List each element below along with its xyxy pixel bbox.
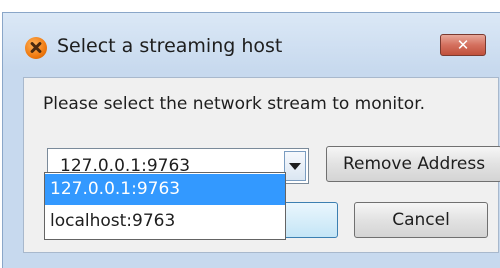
cancel-button[interactable]: Cancel — [354, 202, 488, 238]
app-logo-icon — [25, 37, 47, 59]
window-title: Select a streaming host — [57, 35, 283, 57]
prompt-label: Please select the network stream to moni… — [43, 94, 426, 114]
remove-address-button[interactable]: Remove Address — [326, 146, 500, 182]
combobox-dropdown-list: 127.0.0.1:9763 localhost:9763 — [44, 172, 286, 240]
dropdown-option-localhost[interactable]: localhost:9763 — [45, 206, 285, 237]
title-bar[interactable]: Select a streaming host ✕ — [3, 13, 500, 71]
close-button[interactable]: ✕ — [440, 34, 486, 56]
chevron-down-icon[interactable] — [284, 151, 306, 181]
dropdown-option-127-0-0-1[interactable]: 127.0.0.1:9763 — [45, 174, 285, 205]
close-icon: ✕ — [456, 36, 470, 54]
